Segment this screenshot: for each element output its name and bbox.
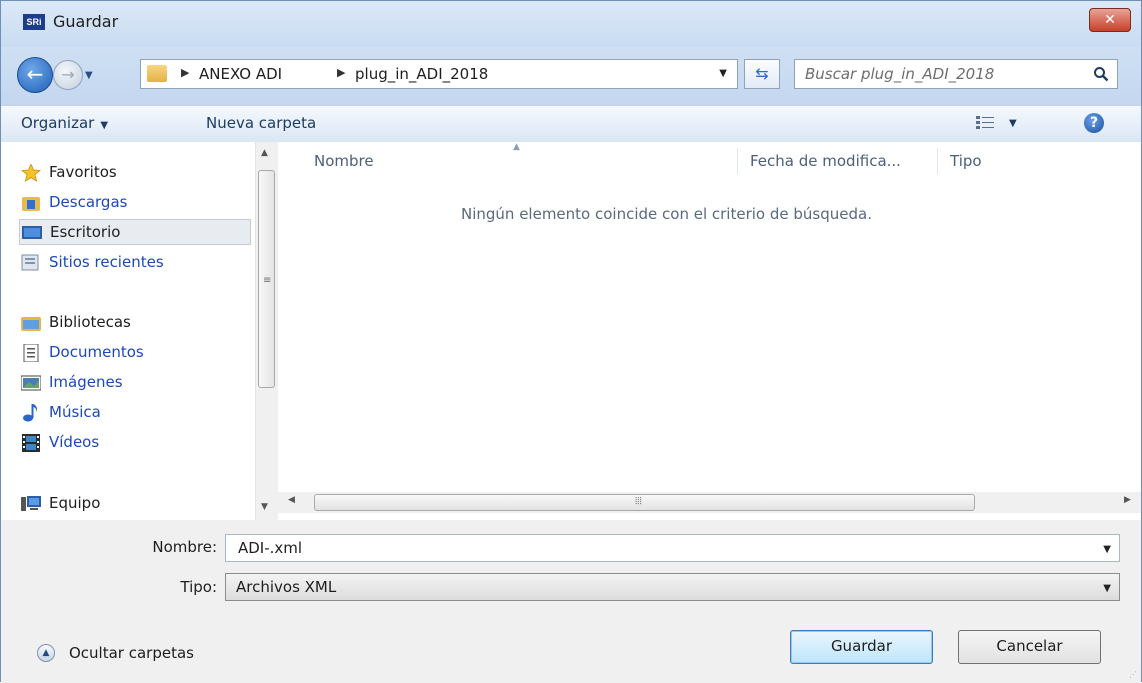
- nav-label: Favoritos: [49, 163, 117, 181]
- grip-icon: ⦙⦙⦙: [635, 496, 642, 507]
- refresh-button[interactable]: ⇆: [744, 59, 780, 89]
- star-icon: [21, 164, 41, 182]
- filetype-label: Tipo:: [180, 578, 217, 596]
- filetype-select[interactable]: Archivos XML ▼: [225, 573, 1120, 601]
- pictures-icon: [21, 375, 41, 391]
- cancel-button[interactable]: Cancelar: [958, 630, 1101, 664]
- scrollbar-thumb[interactable]: ⦙⦙⦙: [314, 494, 975, 511]
- search-box[interactable]: [794, 59, 1118, 89]
- breadcrumb[interactable]: ▶ ANEXO ADI ▶ plug_in_ADI_2018 ▼: [140, 59, 738, 89]
- scrollbar-thumb[interactable]: ≡: [258, 170, 275, 388]
- file-list: ▲ Nombre Fecha de modifica... Tipo Ningú…: [278, 142, 1141, 520]
- address-bar: ← → ▼ ▶ ANEXO ADI ▶ plug_in_ADI_2018 ▼ ⇆: [1, 47, 1141, 105]
- filetype-value: Archivos XML: [236, 578, 337, 596]
- new-folder-button[interactable]: Nueva carpeta: [206, 114, 316, 132]
- recent-places-icon: [21, 254, 39, 271]
- scroll-right-icon[interactable]: ▶: [1124, 495, 1131, 505]
- desktop-icon: [22, 226, 42, 239]
- breadcrumb-item-plug-in[interactable]: plug_in_ADI_2018: [355, 65, 488, 83]
- filename-input[interactable]: [236, 538, 1060, 558]
- empty-message: Ningún elemento coincide con el criterio…: [461, 205, 872, 223]
- nav-label: Equipo: [49, 494, 101, 512]
- column-header-date[interactable]: Fecha de modifica...: [750, 152, 901, 170]
- folder-icon: [147, 65, 167, 82]
- nav-label: Imágenes: [49, 373, 123, 391]
- column-divider[interactable]: [737, 148, 738, 174]
- close-button[interactable]: ✕: [1089, 8, 1131, 32]
- chevron-down-icon[interactable]: ▼: [1103, 544, 1111, 555]
- search-input[interactable]: [803, 64, 1077, 84]
- scroll-down-icon[interactable]: ▼: [261, 502, 268, 512]
- save-button[interactable]: Guardar: [790, 630, 933, 664]
- chevron-down-icon: ▼: [100, 120, 109, 131]
- scroll-left-icon[interactable]: ◀: [288, 495, 295, 505]
- computer-icon: [21, 496, 41, 511]
- navigation-pane: Favoritos Descargas Escritorio Sitios re…: [1, 142, 253, 520]
- collapse-up-icon: ▲: [37, 644, 55, 662]
- grip-icon: ≡: [263, 275, 272, 286]
- back-button[interactable]: ←: [17, 57, 53, 93]
- browser-area: Favoritos Descargas Escritorio Sitios re…: [1, 142, 1141, 520]
- column-header-name[interactable]: Nombre: [314, 152, 374, 170]
- horizontal-scrollbar[interactable]: ◀ ⦙⦙⦙ ▶: [278, 492, 1141, 513]
- forward-button[interactable]: →: [53, 60, 83, 90]
- save-form: Nombre: ▼ Tipo: Archivos XML ▼ ▲ Ocultar…: [1, 520, 1141, 683]
- column-divider[interactable]: [937, 148, 938, 174]
- nav-label: Música: [49, 403, 101, 421]
- breadcrumb-separator-icon[interactable]: ▶: [181, 66, 189, 79]
- nav-vertical-scrollbar[interactable]: ▲ ≡ ▼: [255, 142, 278, 520]
- column-header-type[interactable]: Tipo: [950, 152, 982, 170]
- organize-label: Organizar: [21, 114, 95, 132]
- hide-folders-label: Ocultar carpetas: [69, 644, 194, 662]
- nav-label: Descargas: [49, 193, 128, 211]
- chevron-down-icon[interactable]: ▼: [1103, 583, 1111, 594]
- help-icon[interactable]: ?: [1084, 113, 1104, 133]
- filename-field[interactable]: ▼: [225, 534, 1120, 562]
- save-dialog: SRi Guardar ✕ ← → ▼ ▶ ANEXO ADI ▶ plug_i…: [0, 0, 1142, 683]
- breadcrumb-item-anexo-adi[interactable]: ANEXO ADI: [199, 65, 282, 83]
- view-options-icon[interactable]: [976, 116, 994, 130]
- organize-menu[interactable]: Organizar ▼: [21, 114, 108, 132]
- chevron-down-icon[interactable]: ▼: [719, 68, 727, 79]
- documents-icon: [23, 344, 39, 362]
- nav-label: Escritorio: [50, 223, 121, 241]
- music-icon: [23, 404, 38, 422]
- scroll-up-icon[interactable]: ▲: [261, 148, 268, 158]
- breadcrumb-separator-icon[interactable]: ▶: [337, 66, 345, 79]
- view-chevron-down-icon[interactable]: ▼: [1009, 118, 1017, 129]
- app-logo-icon: SRi: [23, 14, 45, 30]
- title-bar[interactable]: SRi Guardar ✕: [1, 1, 1141, 47]
- window-title: Guardar: [53, 12, 119, 31]
- libraries-icon: [21, 317, 41, 331]
- videos-icon: [22, 434, 40, 452]
- nav-label: Documentos: [49, 343, 144, 361]
- nav-label: Bibliotecas: [49, 313, 131, 331]
- nav-label: Vídeos: [49, 433, 100, 451]
- nav-label: Sitios recientes: [49, 253, 164, 271]
- recent-pages-dropdown[interactable]: ▼: [85, 70, 93, 81]
- command-bar: Organizar ▼ Nueva carpeta ▼ ?: [1, 105, 1141, 143]
- nav-item-desktop[interactable]: Escritorio: [19, 219, 251, 245]
- sort-up-icon: ▲: [513, 142, 520, 152]
- resize-grip-icon[interactable]: ⋰: [1129, 670, 1137, 679]
- downloads-folder-icon: [22, 197, 40, 211]
- search-icon[interactable]: [1093, 66, 1109, 82]
- filename-label: Nombre:: [152, 538, 217, 556]
